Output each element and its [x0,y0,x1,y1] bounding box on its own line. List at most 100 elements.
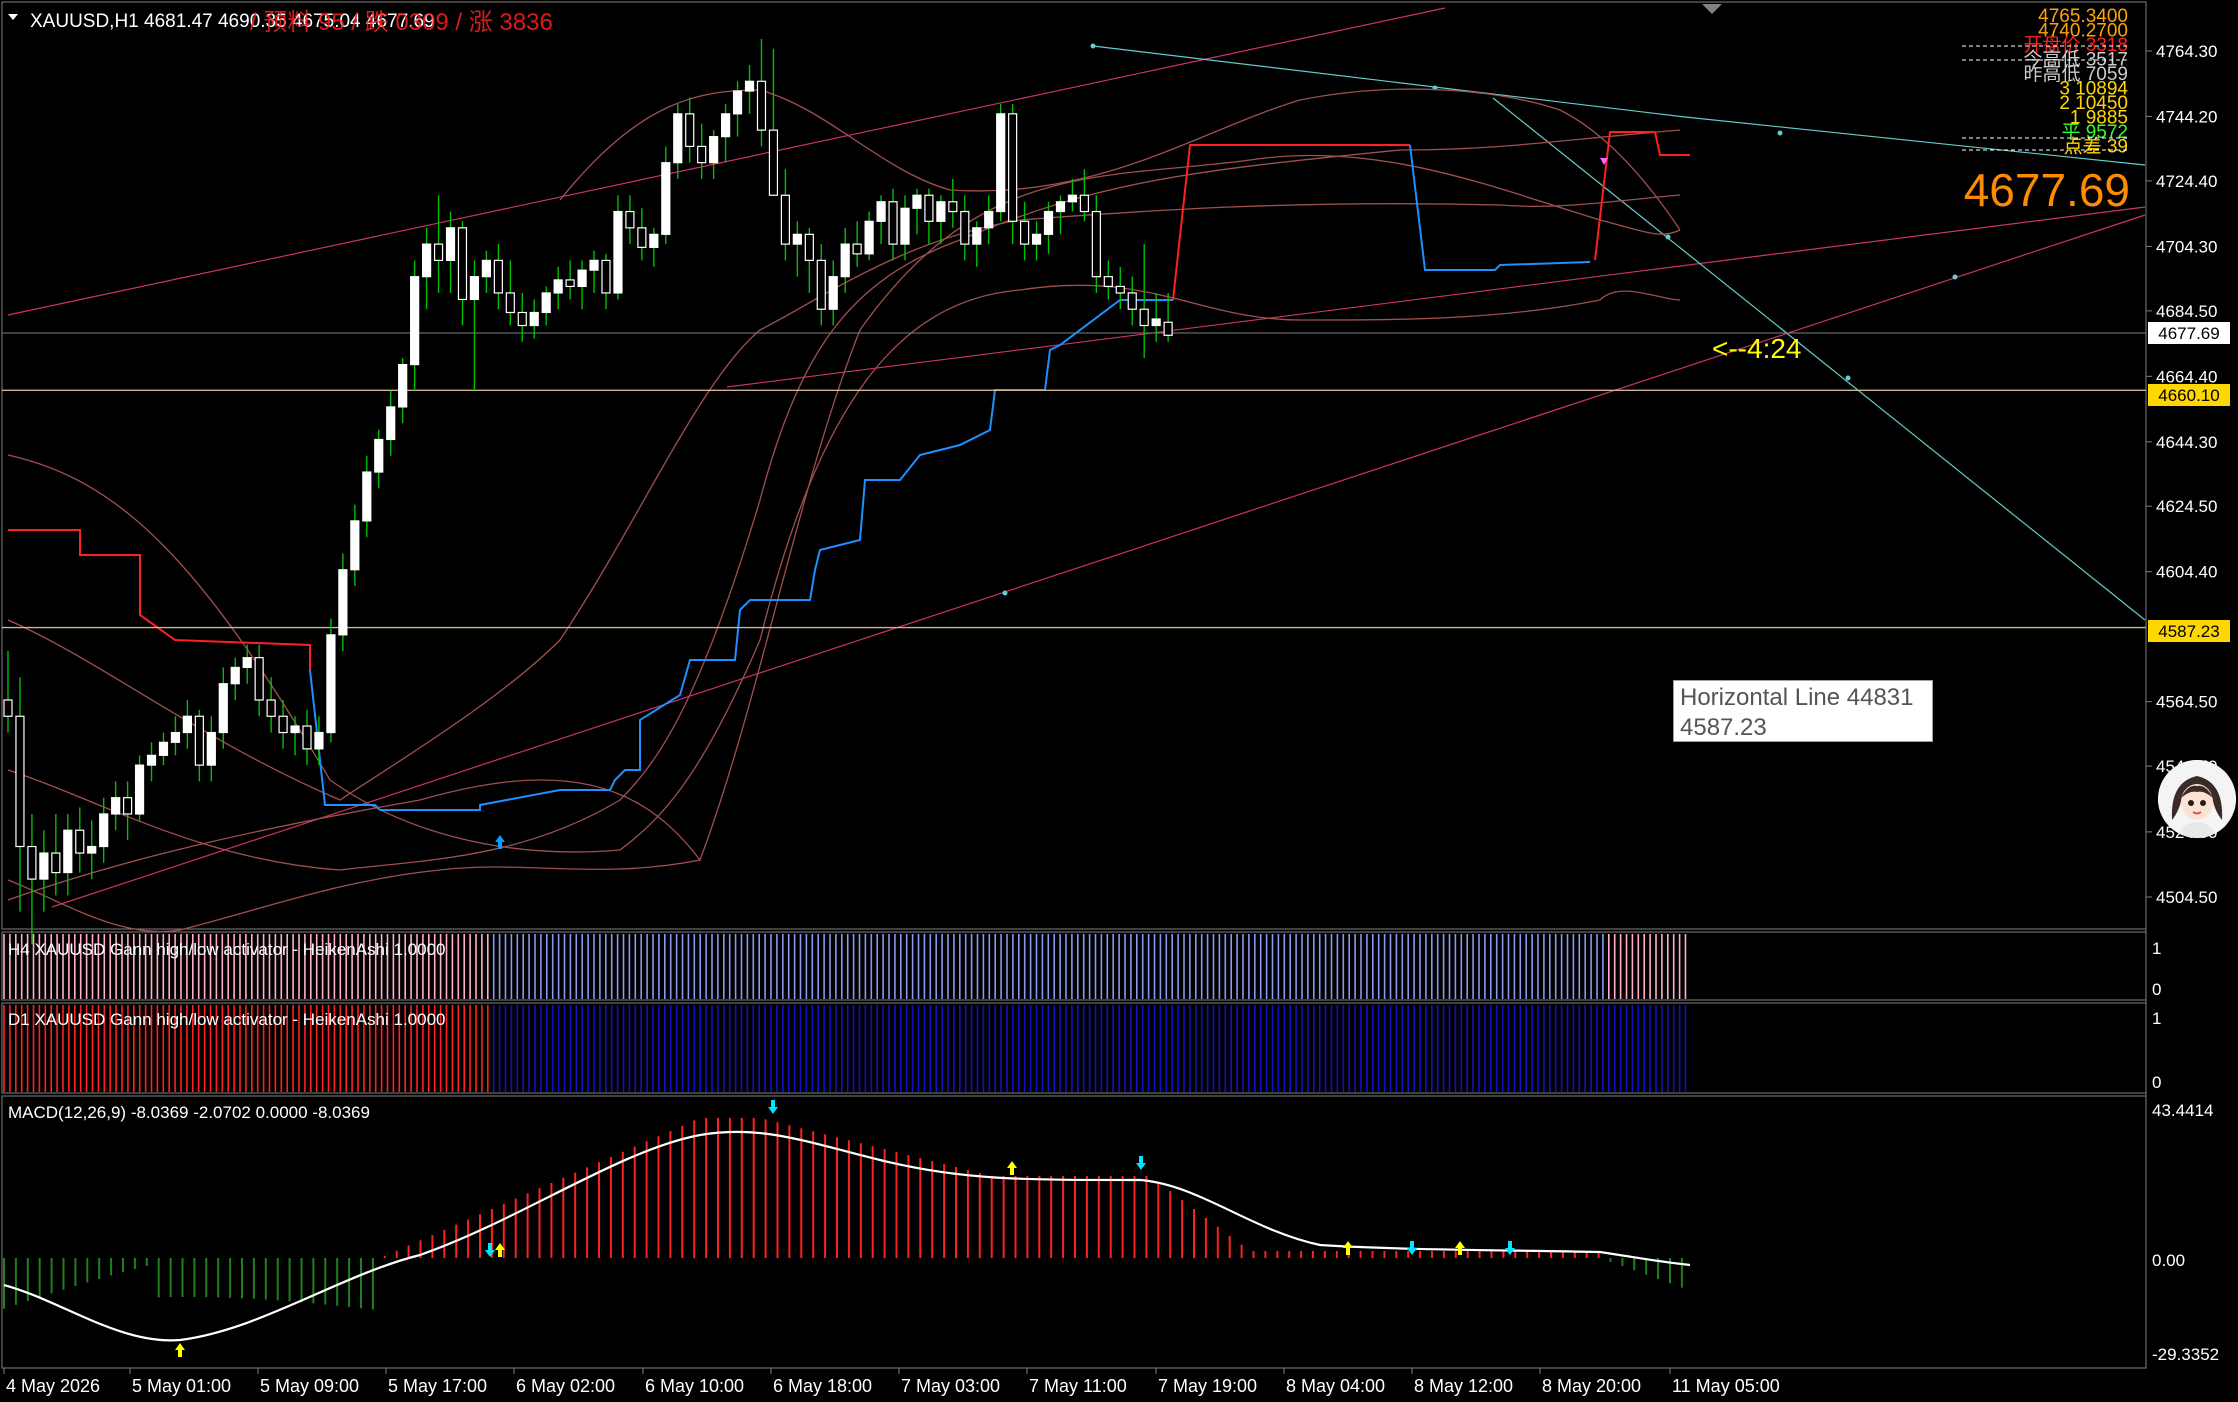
candle-body [1031,233,1042,245]
time-label: 5 May 09:00 [260,1376,359,1396]
candle-body [804,233,814,261]
time-label: 8 May 20:00 [1542,1376,1641,1396]
candle-body [15,715,25,848]
candle-body [146,754,157,766]
avatar[interactable] [2158,760,2236,838]
trend-anchor[interactable] [1090,43,1096,49]
candle-body [39,852,49,880]
candle-body [577,269,587,288]
candle-body [158,741,169,756]
hline-tag-4587: 4587.23 [2148,620,2230,642]
candle-body [87,845,97,854]
d1-axis-top: 1 [2152,1009,2161,1028]
candle-body [637,227,647,248]
candle-body [1163,321,1173,336]
candle-body [1115,285,1125,294]
candle-body [278,715,288,734]
candle-body [410,276,420,366]
price-label: 4764.30 [2156,42,2217,61]
candle-body [75,829,85,854]
candle-body [194,715,204,766]
h4-axis-bottom: 0 [2152,980,2161,999]
candle-body [553,279,563,294]
candle-body [625,210,635,229]
overlay-red-text: / 预料 95 / 跌 0309 / 涨 3836 [250,9,553,36]
candle-body [852,243,862,255]
candle-body [374,438,384,473]
candle-body [422,243,432,278]
candle-body [888,201,898,245]
candle-body [99,813,109,848]
candle-body [1008,113,1018,222]
tooltip-value: 4587.23 [1680,714,1767,741]
time-label: 5 May 01:00 [132,1376,231,1396]
candle-body [709,136,719,164]
price-label: 4624.50 [2156,497,2217,516]
time-label: 7 May 19:00 [1158,1376,1257,1396]
candle-body [290,725,300,734]
candle-body [840,243,850,278]
trend-anchor[interactable] [1777,130,1783,136]
candle-body [457,227,468,301]
time-label: 6 May 02:00 [516,1376,615,1396]
price-label: 4664.40 [2156,367,2217,386]
candle-body [1067,194,1078,203]
macd-axis-top: 43.4414 [2152,1101,2213,1120]
candle-body [230,666,240,685]
macd-label: MACD(12,26,9) -8.0369 -2.0702 0.0000 -8.… [8,1103,370,1122]
candle-body [936,201,946,222]
price-label: 4604.40 [2156,563,2217,582]
candle-body [1079,194,1090,213]
candle-body [1055,201,1066,213]
candle-body [1043,210,1054,235]
candle-body [589,259,599,271]
countdown-label: <--4:24 [1712,333,1802,364]
candle-body [828,276,838,310]
candle-body [338,569,348,636]
candle-body [984,210,994,229]
candle-body [673,113,683,164]
candle-body [960,210,970,245]
candle-body [3,699,13,717]
h4-indicator-label: H4 XAUUSD Gann high/low activator - Heik… [8,940,446,959]
candle-body [314,731,324,750]
hline-tag-4660: 4660.10 [2148,384,2230,406]
price-label: 4684.50 [2156,302,2217,321]
svg-text:4587.23: 4587.23 [2158,622,2219,641]
d1-indicator-label: D1 XAUUSD Gann high/low activator - Heik… [8,1010,446,1029]
candle-body [780,194,791,245]
trend-anchor[interactable] [1002,590,1008,596]
time-label: 8 May 12:00 [1414,1376,1513,1396]
candle-body [649,233,659,248]
candle-body [493,259,503,294]
candle-body [697,145,707,164]
candle-body [398,363,408,408]
candle-body [744,80,755,92]
svg-text:4660.10: 4660.10 [2158,386,2219,405]
candle-body [768,129,779,196]
price-label: 4644.30 [2156,433,2217,452]
candle-body [481,259,491,278]
time-label: 6 May 10:00 [645,1376,744,1396]
candle-body [996,113,1006,213]
d1-axis-bottom: 0 [2152,1073,2161,1092]
trend-anchor[interactable] [1952,274,1958,280]
time-label: 8 May 04:00 [1286,1376,1385,1396]
candle-body [362,471,372,522]
candle-body [134,764,145,815]
candle-body [1139,308,1149,327]
candle-body [541,292,551,314]
svg-text:4677.69: 4677.69 [2158,324,2219,343]
trend-anchor[interactable] [1665,234,1671,240]
time-label: 6 May 18:00 [773,1376,872,1396]
h4-axis-top: 1 [2152,939,2161,958]
candle-body [111,797,121,815]
price-label: 4744.20 [2156,107,2217,126]
trend-anchor[interactable] [1845,375,1851,381]
time-label: 5 May 17:00 [388,1376,487,1396]
candle-body [1127,292,1137,310]
candle-body [613,210,623,294]
price-label: 4564.50 [2156,693,2217,712]
candle-body [206,731,216,766]
candle-body [876,201,886,222]
